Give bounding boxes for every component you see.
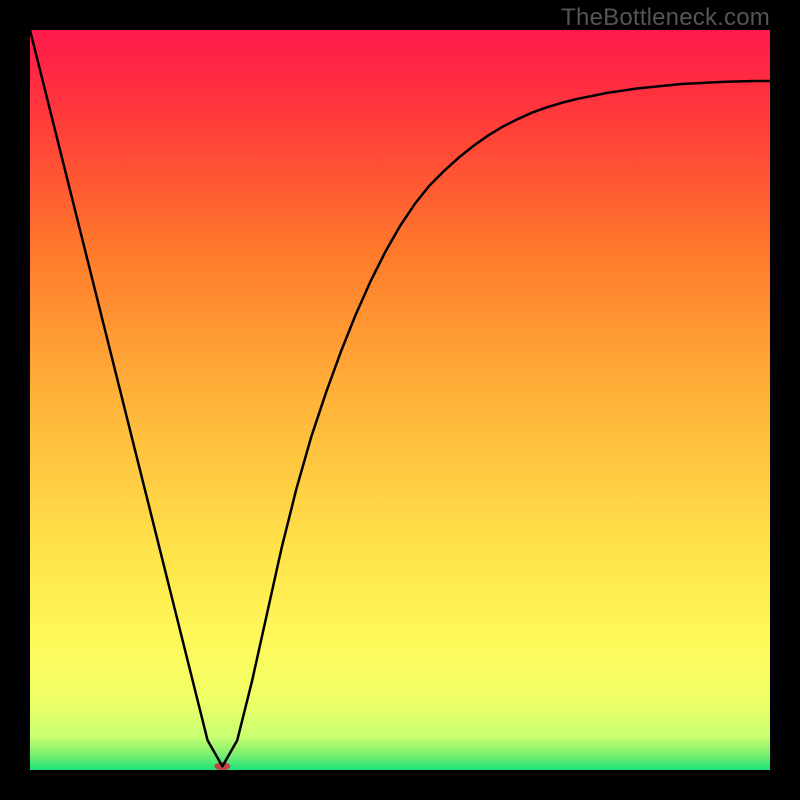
chart-frame: [30, 30, 770, 770]
gradient-background: [30, 30, 770, 770]
bottleneck-chart: [30, 30, 770, 770]
watermark-text: TheBottleneck.com: [561, 4, 770, 32]
